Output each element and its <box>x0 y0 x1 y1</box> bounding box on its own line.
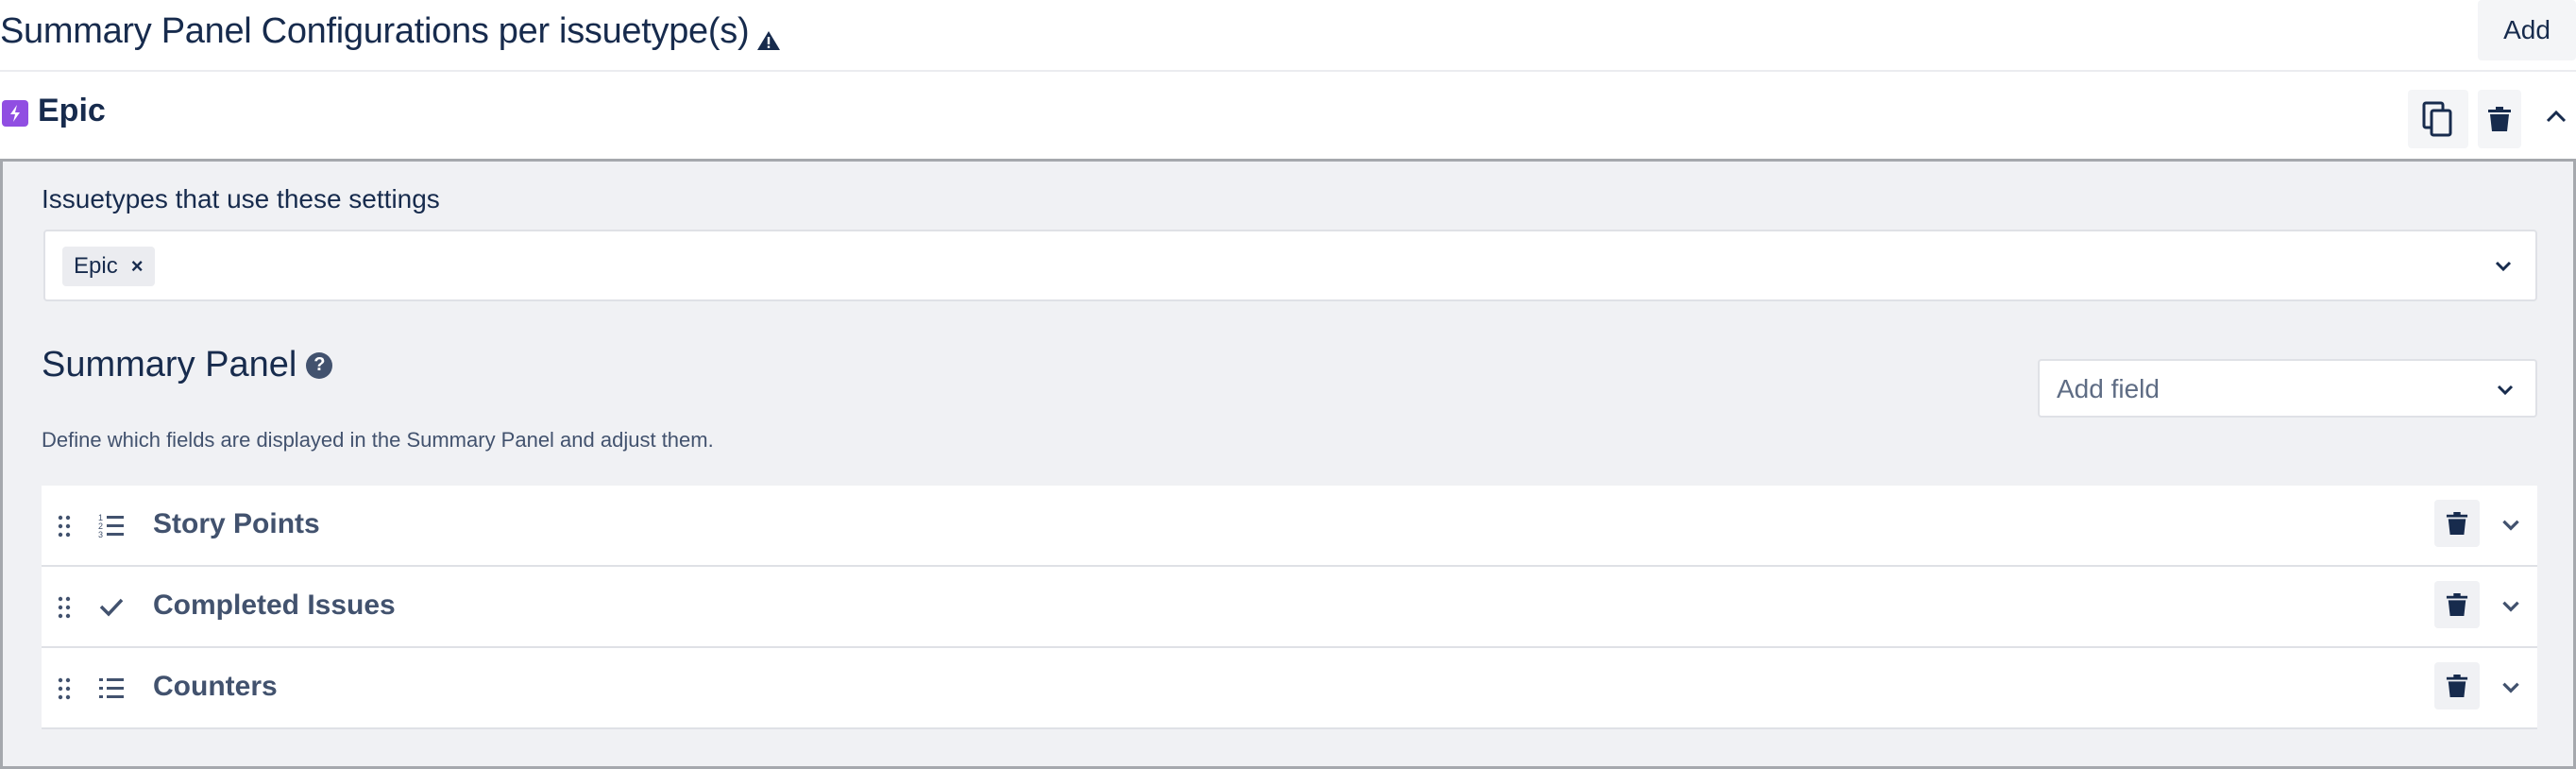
delete-field-button[interactable] <box>2434 500 2480 547</box>
delete-field-button[interactable] <box>2434 581 2480 628</box>
delete-config-button[interactable] <box>2478 90 2521 148</box>
trash-icon <box>2446 675 2468 697</box>
page: Summary Panel Configurations per issuety… <box>0 0 2576 769</box>
epic-icon <box>2 100 28 127</box>
numbered-list-icon: 1 2 3 <box>98 513 124 538</box>
field-row[interactable]: Completed Issues <box>42 567 2537 648</box>
remove-tag-icon[interactable]: × <box>131 254 144 279</box>
trash-icon <box>2446 512 2468 535</box>
page-title: Summary Panel Configurations per issuety… <box>0 11 781 52</box>
summary-panel-title-text: Summary Panel <box>42 345 297 384</box>
copy-icon <box>2422 101 2452 137</box>
expand-chevron-icon[interactable] <box>2499 593 2523 618</box>
issuetypes-label: Issuetypes that use these settings <box>42 184 440 214</box>
checkmark-icon <box>99 598 124 617</box>
add-field-placeholder: Add field <box>2057 374 2160 403</box>
field-name: Completed Issues <box>153 590 396 621</box>
issuetype-tag-label: Epic <box>74 253 118 279</box>
drag-handle-icon[interactable] <box>57 595 72 620</box>
epic-config-header[interactable]: Epic <box>0 72 2576 159</box>
list-icon <box>99 678 124 698</box>
copy-button[interactable] <box>2408 90 2468 148</box>
drag-handle-icon[interactable] <box>57 676 72 701</box>
drag-handle-icon[interactable] <box>57 514 72 538</box>
chevron-down-icon <box>2495 261 2512 272</box>
page-header: Summary Panel Configurations per issuety… <box>0 0 2576 72</box>
field-name: Story Points <box>153 508 320 539</box>
chevron-down-icon <box>2497 384 2514 396</box>
trash-icon <box>2446 593 2468 616</box>
collapse-button[interactable] <box>2540 100 2572 132</box>
issuetypes-select[interactable]: Epic × <box>43 230 2537 301</box>
epic-label: Epic <box>38 93 106 128</box>
chevron-up-icon <box>2546 110 2567 123</box>
expand-chevron-icon[interactable] <box>2499 512 2523 537</box>
field-list: 1 2 3 Story Points Completed Issues Coun… <box>42 486 2537 729</box>
summary-panel-description: Define which fields are displayed in the… <box>42 428 714 452</box>
config-panel: Issuetypes that use these settings Epic … <box>0 159 2576 769</box>
help-icon[interactable]: ? <box>306 351 333 379</box>
expand-chevron-icon[interactable] <box>2499 675 2523 699</box>
page-title-text: Summary Panel Configurations per issuety… <box>0 11 750 51</box>
issuetype-tag: Epic × <box>62 247 155 286</box>
svg-text:3: 3 <box>98 530 103 538</box>
field-name: Counters <box>153 671 278 702</box>
field-row[interactable]: Counters <box>42 648 2537 729</box>
delete-field-button[interactable] <box>2434 662 2480 709</box>
add-field-select[interactable]: Add field <box>2038 359 2537 418</box>
field-row[interactable]: 1 2 3 Story Points <box>42 486 2537 567</box>
warning-icon[interactable] <box>756 21 781 50</box>
summary-panel-title: Summary Panel ? <box>42 345 333 385</box>
trash-icon <box>2488 107 2511 131</box>
add-button[interactable]: Add <box>2478 0 2576 60</box>
